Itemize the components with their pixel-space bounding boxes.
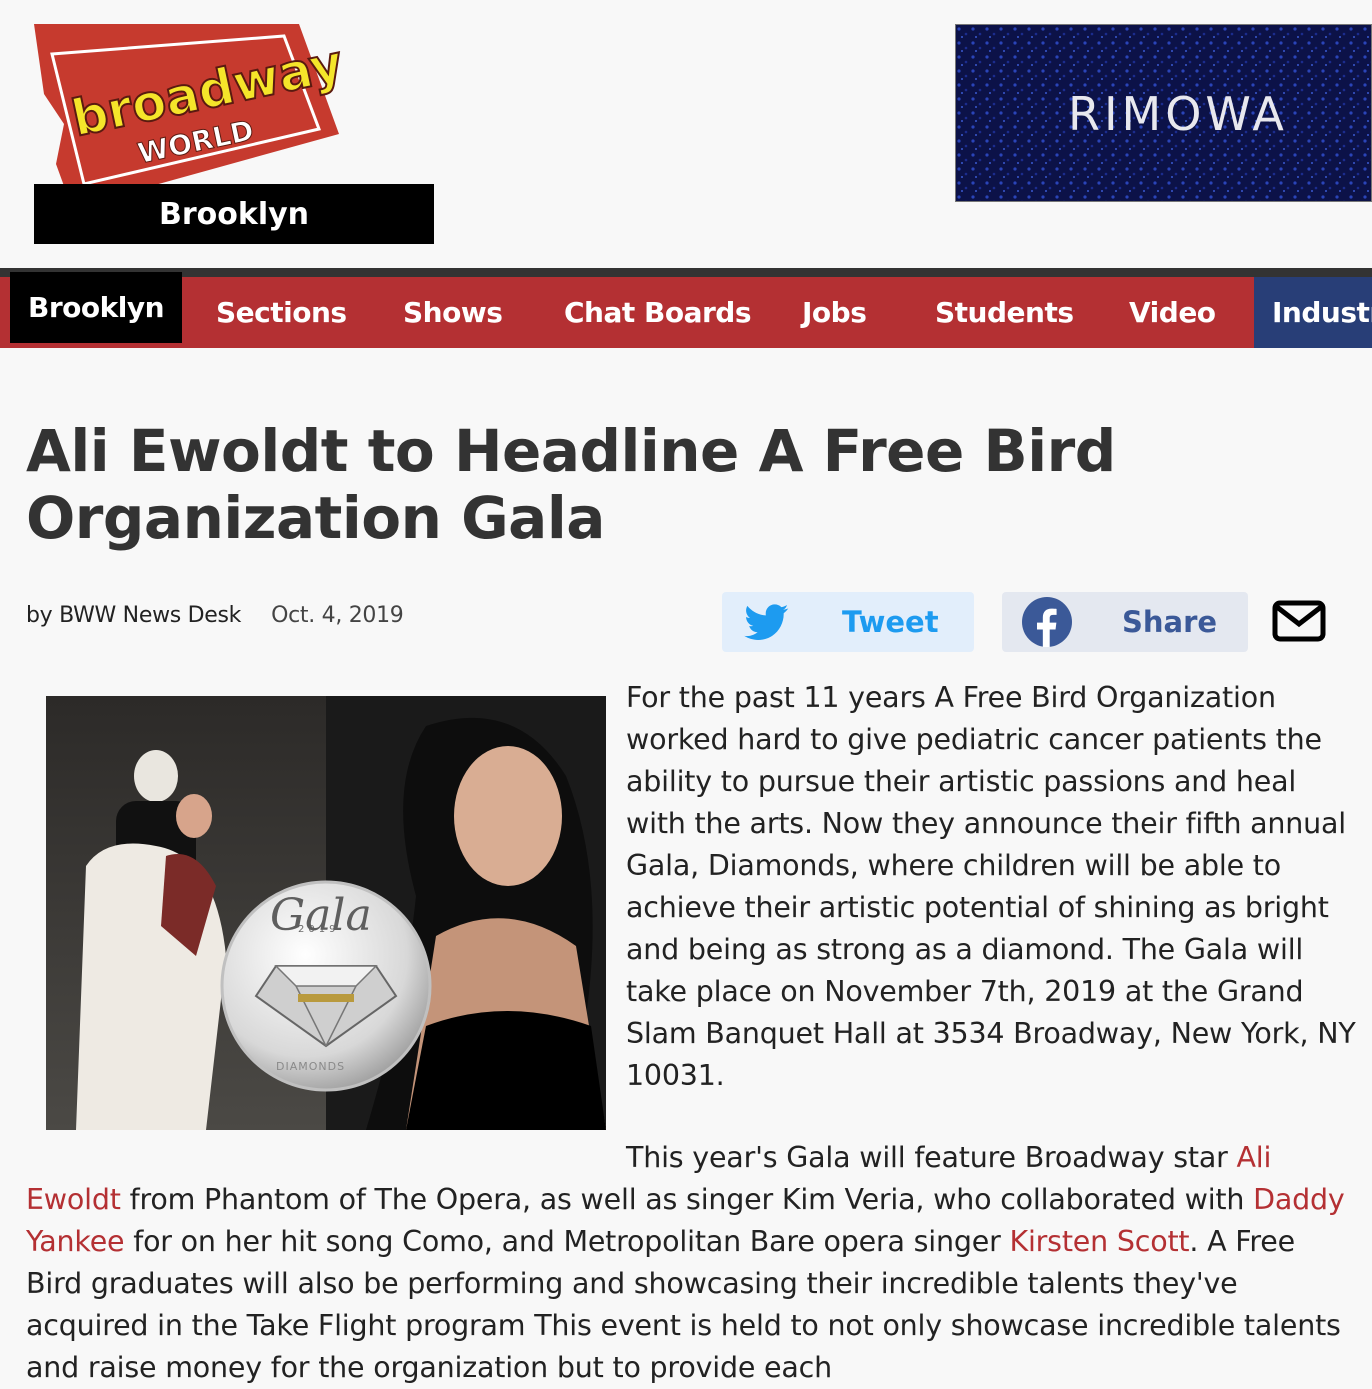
nav-item-students[interactable]: Students [935, 277, 1074, 348]
email-share-button[interactable] [1272, 600, 1326, 646]
article-date: Oct. 4, 2019 [271, 603, 404, 628]
location-label: Brooklyn [34, 184, 434, 244]
author-byline[interactable]: by BWW News Desk [26, 603, 241, 628]
nav-item-industry[interactable]: Industr [1254, 277, 1372, 348]
main-navigation: Brooklyn Sections Shows Chat Boards Jobs… [0, 272, 1372, 348]
nav-item-sections[interactable]: Sections [216, 277, 347, 348]
share-label: Share [1122, 605, 1218, 639]
badge-gala-script: Gala [270, 890, 372, 941]
tweet-label: Tweet [842, 605, 939, 639]
p2-text-2: from Phantom of The Opera, as well as si… [120, 1183, 1254, 1216]
mail-icon [1272, 600, 1326, 642]
twitter-icon [744, 604, 789, 640]
site-logo[interactable]: broadway WORLD [34, 24, 349, 208]
broadway-world-logo-graphic: broadway WORLD [34, 24, 349, 208]
nav-item-brooklyn[interactable]: Brooklyn [10, 272, 183, 343]
facebook-share-button[interactable]: Share [1002, 592, 1248, 652]
ad-brand-text: RIMOWA [1068, 87, 1288, 141]
link-kirsten-scott[interactable]: Kirsten Scott [1009, 1225, 1189, 1258]
article-paragraph-2: This year's Gala will feature Broadway s… [26, 1137, 1346, 1389]
nav-item-chat-boards[interactable]: Chat Boards [564, 277, 752, 348]
tweet-button[interactable]: Tweet [722, 592, 974, 652]
p2-text-3: for on her hit song Como, and Metropolit… [124, 1225, 1010, 1258]
advertisement-banner[interactable]: RIMOWA [955, 24, 1372, 202]
nav-item-shows[interactable]: Shows [403, 277, 503, 348]
badge-diamonds: DIAMONDS [276, 1060, 345, 1073]
nav-item-video[interactable]: Video [1129, 277, 1216, 348]
article-paragraph-1: For the past 11 years A Free Bird Organi… [626, 681, 1356, 1092]
facebook-icon [1022, 597, 1072, 647]
article-headline: Ali Ewoldt to Headline A Free Bird Organ… [26, 417, 1116, 552]
p2-text-1: This year's Gala will feature Broadway s… [626, 1141, 1237, 1174]
article-meta: by BWW News Desk Oct. 4, 2019 [26, 603, 404, 628]
nav-item-jobs[interactable]: Jobs [802, 277, 867, 348]
nav-top-border [0, 268, 1372, 277]
